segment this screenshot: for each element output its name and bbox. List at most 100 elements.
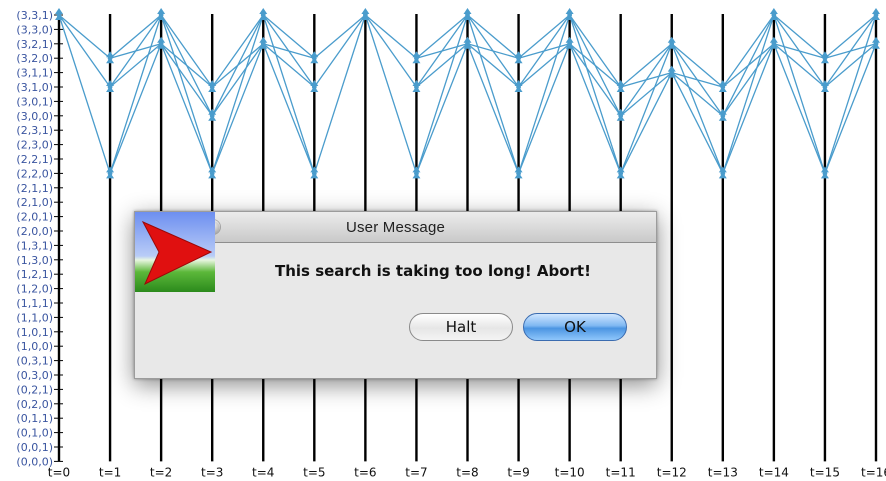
time-label: t=12 — [657, 465, 687, 479]
halt-button[interactable]: Halt — [409, 313, 513, 341]
state-node — [463, 36, 472, 49]
state-node — [208, 80, 217, 92]
time-label: t=15 — [810, 465, 840, 479]
time-label: t=4 — [252, 465, 274, 479]
y-tick-label: (1,2,1) — [16, 268, 53, 281]
state-node — [412, 80, 421, 92]
state-node — [412, 166, 421, 179]
state-node — [208, 166, 217, 179]
state-node — [106, 166, 115, 179]
state-node — [820, 166, 829, 179]
state-node — [310, 80, 319, 92]
y-tick-label: (0,3,0) — [16, 369, 53, 382]
state-node — [769, 36, 778, 49]
state-node — [872, 8, 880, 20]
y-tick-label: (3,3,1) — [16, 9, 53, 22]
search-edge — [773, 43, 826, 174]
time-label: t=13 — [708, 465, 738, 479]
search-edge — [211, 14, 264, 174]
state-node — [718, 80, 727, 92]
y-tick-label: (3,0,1) — [16, 95, 53, 108]
search-edge — [517, 43, 571, 174]
state-node — [55, 8, 63, 20]
y-tick-label: (1,0,1) — [16, 326, 53, 339]
search-edge — [160, 43, 213, 174]
search-edge — [466, 43, 520, 174]
time-label: t=2 — [150, 465, 172, 479]
time-label: t=10 — [555, 465, 585, 479]
y-tick-label: (0,1,0) — [16, 427, 53, 440]
ok-button[interactable]: OK — [523, 313, 627, 341]
state-node — [667, 36, 676, 49]
time-label: t=1 — [99, 465, 121, 479]
time-label: t=16 — [861, 465, 886, 479]
state-node — [616, 80, 625, 92]
time-label: t=14 — [759, 465, 789, 479]
state-node — [872, 36, 880, 49]
y-tick-label: (2,0,1) — [16, 211, 53, 224]
y-tick-label: (2,1,1) — [16, 182, 53, 195]
state-node — [565, 36, 574, 49]
search-edge — [415, 14, 469, 174]
y-tick-label: (0,1,1) — [16, 412, 53, 425]
app-arrow-icon — [135, 212, 215, 292]
search-edge — [262, 43, 315, 174]
y-tick-label: (0,2,1) — [16, 383, 53, 396]
search-edge — [517, 14, 571, 174]
search-edge — [722, 14, 775, 174]
state-node — [514, 166, 523, 179]
search-edge — [313, 14, 366, 174]
state-node — [361, 8, 370, 20]
search-edge — [415, 43, 469, 174]
time-label: t=5 — [303, 465, 325, 479]
y-tick-label: (3,2,1) — [16, 38, 53, 51]
search-edge — [722, 43, 775, 174]
state-node — [667, 65, 676, 78]
y-tick-label: (3,1,1) — [16, 67, 53, 80]
search-edge — [722, 14, 775, 117]
y-tick-label: (3,1,0) — [16, 81, 53, 94]
y-tick-label: (1,0,0) — [16, 340, 53, 353]
search-tree-plot: (3,3,1) (3,3,0) (3,2,1) (3,2,0) (3,1,1) (3,1,… — [0, 0, 886, 481]
state-node — [514, 51, 523, 64]
search-edge — [211, 14, 264, 117]
state-node — [310, 166, 319, 179]
search-edge — [466, 14, 520, 174]
dialog-message: This search is taking too long! Abort! — [275, 262, 591, 280]
search-edge — [824, 43, 877, 174]
y-tick-label: (1,2,0) — [16, 283, 53, 296]
y-tick-label: (2,1,0) — [16, 196, 53, 209]
time-label: t=3 — [201, 465, 223, 479]
y-tick-label: (2,2,1) — [16, 153, 53, 166]
state-node — [565, 8, 574, 20]
state-node — [259, 8, 268, 20]
search-edge — [109, 14, 162, 174]
time-label: t=6 — [354, 465, 376, 479]
search-edge — [569, 43, 622, 174]
time-label: t=11 — [606, 465, 636, 479]
time-label: t=0 — [48, 465, 70, 479]
search-edge — [211, 43, 264, 174]
y-tick-label: (3,3,0) — [16, 23, 53, 36]
y-tick-label: (2,3,0) — [16, 139, 53, 152]
time-label: t=8 — [456, 465, 478, 479]
y-tick-label: (0,2,0) — [16, 398, 53, 411]
search-edge — [620, 72, 673, 174]
search-edge — [58, 14, 111, 174]
y-tick-label: (2,3,1) — [16, 124, 53, 137]
time-label: t=7 — [405, 465, 427, 479]
y-tick-label: (3,2,0) — [16, 52, 53, 65]
search-edge — [824, 14, 877, 174]
y-tick-label: (0,0,1) — [16, 441, 53, 454]
search-edge — [262, 14, 315, 174]
state-node — [412, 51, 421, 64]
state-node — [259, 36, 268, 49]
state-node — [514, 80, 523, 92]
search-edge — [671, 72, 724, 174]
search-edge — [569, 14, 622, 174]
user-message-dialog: User Message This search is taking too l… — [134, 211, 657, 379]
search-edge — [109, 43, 162, 174]
y-tick-label: (0,3,1) — [16, 355, 53, 368]
state-node — [820, 51, 829, 64]
y-tick-label: (1,3,1) — [16, 239, 53, 252]
